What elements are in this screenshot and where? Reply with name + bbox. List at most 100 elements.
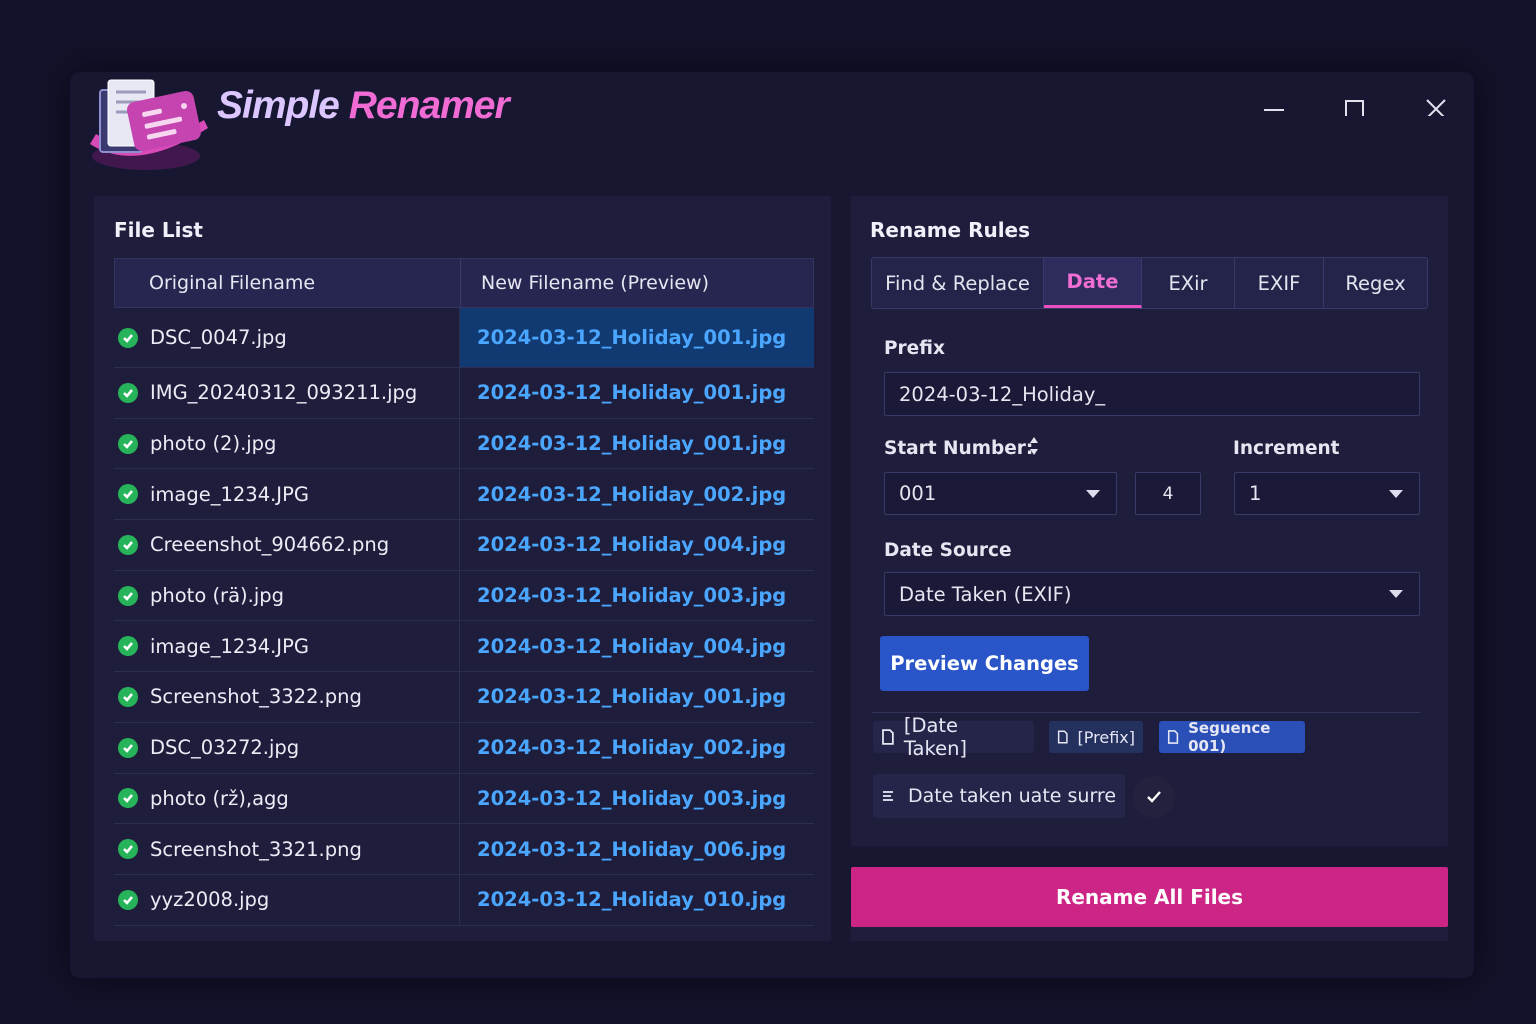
rule-summary-text: Date taken uate surre [908,785,1117,807]
table-row[interactable]: Screenshot_3321.png 2024-03-12_Holiday_00… [114,824,814,875]
original-filename-cell: Screenshot_3321.png [114,824,460,874]
table-row[interactable]: photo (rž),agg 2024-03-12_Holiday_003.jpg [114,773,814,825]
new-filename-cell: 2024-03-12_Holiday_002.jpg [460,723,814,773]
table-row[interactable]: image_1234.JPG 2024-03-12_Holiday_002.jpg [114,469,814,521]
rule-summary[interactable]: Date taken uate surre [873,774,1125,818]
new-filename: 2024-03-12_Holiday_001.jpg [477,326,787,349]
start-number-select[interactable]: 001 [884,472,1117,515]
check-circle-icon [118,585,138,606]
table-row[interactable]: photo (2).jpg 2024-03-12_Holiday_001.jpg [114,418,814,470]
table-row[interactable]: DSC_0047.jpg 2024-03-12_Holiday_001.jpg [114,308,814,368]
check-circle-icon [118,686,138,707]
original-filename-cell: photo (2).jpg [114,418,460,469]
divider [872,712,1420,713]
new-filename: 2024-03-12_Holiday_003.jpg [477,786,787,810]
chevron-down-icon [1086,489,1100,498]
rename-button-base [851,927,1448,941]
confirm-button[interactable] [1133,776,1175,818]
close-button[interactable] [1419,88,1453,122]
chevron-down-icon [1389,489,1403,498]
increment-label: Increment [1233,438,1340,459]
date-source-select[interactable]: Date Taken (EXIF) [884,572,1420,616]
new-filename: 2024-03-12_Holiday_001.jpg [477,685,787,709]
check-circle-icon [118,636,138,657]
original-filename: Creeenshot_904662.png [150,533,390,557]
table-row[interactable]: image_1234.JPG 2024-03-12_Holiday_004.jpg [114,621,814,673]
check-circle-icon [118,839,138,860]
tab-regex[interactable]: Regex [1324,258,1427,308]
start-number-value: 001 [899,482,937,505]
token-sequence-label: Seguence 001) [1188,719,1271,755]
file-icon [882,729,894,745]
app-title: Simple Renamer [217,84,510,128]
file-icon [1057,730,1068,744]
new-filename: 2024-03-12_Holiday_002.jpg [477,736,787,760]
original-filename: photo (rž),agg [150,786,289,810]
new-filename-cell: 2024-03-12_Holiday_001.jpg [460,672,814,722]
token-prefix[interactable]: [Prefix] [1049,721,1143,753]
tab-exif[interactable]: EXIF [1235,258,1324,308]
prefix-value: 2024-03-12_Holiday_ [899,382,1106,406]
app-title-part2: Renamer [348,84,510,127]
rule-tabs: Find & Replace Date EXir EXIF Regex [871,257,1428,309]
file-table-header: Original Filename New Filename (Preview) [114,258,814,308]
original-filename-cell: DSC_03272.jpg [114,722,460,773]
new-filename: 2024-03-12_Holiday_001.jpg [477,381,787,405]
new-filename-cell: 2024-03-12_Holiday_002.jpg [460,469,814,519]
tab-find-replace[interactable]: Find & Replace [872,258,1044,308]
table-row[interactable]: Screenshot_3322.png 2024-03-12_Holiday_00… [114,672,814,723]
rename-rules-title: Rename Rules [870,218,1031,242]
date-source-label: Date Source [884,540,1012,561]
increment-select[interactable]: 1 [1234,472,1420,515]
original-filename: Screenshot_3322.png [150,685,362,709]
table-row[interactable]: DSC_03272.jpg 2024-03-12_Holiday_002.jpg [114,722,814,774]
maximize-icon [1345,100,1364,116]
app-title-part1: Simple [217,84,340,127]
minimize-button[interactable] [1257,88,1291,122]
table-row[interactable]: Creeenshot_904662.png 2024-03-12_Holiday_… [114,520,814,571]
sort-icon[interactable] [1027,435,1041,457]
original-filename-cell: IMG_20240312_093211.jpg [114,368,460,418]
column-header-new[interactable]: New Filename (Preview) [461,259,813,307]
original-filename: photo (2).jpg [150,432,277,456]
check-circle-icon [118,382,138,403]
original-filename-cell: image_1234.JPG [114,469,460,520]
check-circle-icon [118,327,138,348]
preview-changes-button[interactable]: Preview Changes [880,636,1089,691]
check-circle-icon [118,889,138,910]
column-header-original[interactable]: Original Filename [115,259,461,307]
checkmark-icon [1147,791,1161,803]
date-source-value: Date Taken (EXIF) [899,582,1072,606]
check-circle-icon [118,484,138,505]
token-date-taken[interactable]: [Date Taken] [873,714,1034,760]
tab-date[interactable]: Date [1044,258,1142,308]
new-filename-cell: 2024-03-12_Holiday_004.jpg [460,520,814,570]
original-filename-cell: DSC_0047.jpg [114,308,460,367]
token-sequence[interactable]: Seguence 001) [1159,719,1305,755]
new-filename-cell: 2024-03-12_Holiday_004.jpg [460,621,814,671]
table-row[interactable]: IMG_20240312_093211.jpg 2024-03-12_Holida… [114,368,814,419]
file-list-title: File List [114,218,203,242]
original-filename-cell: Screenshot_3322.png [114,672,460,722]
check-circle-icon [118,433,138,454]
check-circle-icon [118,788,138,809]
new-filename-cell: 2024-03-12_Holiday_001.jpg [460,368,814,418]
step-input[interactable]: 4 [1135,472,1201,515]
original-filename: image_1234.JPG [150,634,309,658]
table-row[interactable]: yyz2008.jpg 2024-03-12_Holiday_010.jpg [114,874,814,926]
maximize-button[interactable] [1338,88,1372,122]
original-filename-cell: Creeenshot_904662.png [114,520,460,570]
original-filename: DSC_0047.jpg [150,326,287,349]
table-row[interactable]: photo (rä).jpg 2024-03-12_Holiday_003.jpg [114,570,814,622]
prefix-input[interactable]: 2024-03-12_Holiday_ [884,372,1420,416]
token-date-taken-label: [Date Taken] [903,714,968,760]
chevron-down-icon [1389,590,1403,598]
tab-exir[interactable]: EXir [1142,258,1235,308]
token-prefix-label: [Prefix] [1077,727,1135,747]
new-filename-cell: 2024-03-12_Holiday_001.jpg [460,308,814,367]
prefix-label: Prefix [884,338,945,359]
check-circle-icon [118,737,138,758]
app-logo-icon [90,79,208,170]
file-table-body: DSC_0047.jpg 2024-03-12_Holiday_001.jpg IM… [114,308,814,926]
rename-all-button[interactable]: Rename All Files [851,867,1448,927]
